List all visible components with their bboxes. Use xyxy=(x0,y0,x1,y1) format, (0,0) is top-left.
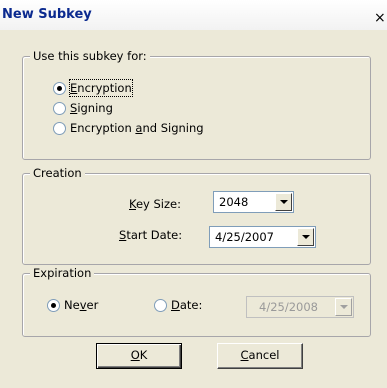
start-date-dropdown-button[interactable] xyxy=(297,228,314,246)
radio-encryption-and-signing-label: Encryption and Signing xyxy=(70,121,204,135)
radio-signing-label: Signing xyxy=(70,101,113,115)
key-size-select[interactable]: 2048 xyxy=(213,191,294,213)
close-icon[interactable]: × xyxy=(374,10,387,27)
radio-encryption-indicator[interactable] xyxy=(53,82,66,95)
chevron-down-icon xyxy=(280,200,288,204)
radio-encryption-label: Encryption xyxy=(69,79,133,97)
radio-signing-indicator[interactable] xyxy=(53,102,66,115)
ok-button[interactable]: OK xyxy=(96,343,182,369)
radio-date-indicator[interactable] xyxy=(154,299,167,312)
start-date-picker[interactable]: 4/25/2007 xyxy=(209,226,316,248)
expiration-date-dropdown-button[interactable] xyxy=(335,298,352,316)
usage-legend: Use this subkey for: xyxy=(30,49,150,63)
dialog-body: Use this subkey for: Encryption Signing … xyxy=(0,30,387,388)
key-size-value: 2048 xyxy=(219,195,249,209)
start-date-value: 4/25/2007 xyxy=(215,230,274,244)
chevron-down-icon xyxy=(340,305,348,309)
cancel-button[interactable]: Cancel xyxy=(217,343,303,369)
creation-groupbox: Creation Key Size: 2048 Start Date: 4/25… xyxy=(22,166,371,265)
radio-encryption-and-signing-indicator[interactable] xyxy=(53,122,66,135)
chevron-down-icon xyxy=(302,235,310,239)
start-date-label: Start Date: xyxy=(119,228,183,242)
radio-never-label: Never xyxy=(64,298,99,312)
expiration-date-value: 4/25/2008 xyxy=(259,300,318,314)
radio-never-indicator[interactable] xyxy=(47,299,60,312)
creation-legend: Creation xyxy=(30,166,85,180)
expiration-legend: Expiration xyxy=(30,266,95,280)
key-size-dropdown-button[interactable] xyxy=(275,193,292,211)
key-size-label: Key Size: xyxy=(129,197,181,211)
window-title: New Subkey xyxy=(2,7,92,22)
expiration-groupbox: Expiration Never Date: 4/25/2008 xyxy=(22,266,371,337)
radio-date-label: Date: xyxy=(171,298,203,312)
expiration-date-picker[interactable]: 4/25/2008 xyxy=(246,296,354,318)
usage-groupbox: Use this subkey for: Encryption Signing … xyxy=(22,49,371,160)
title-bar: New Subkey × xyxy=(0,0,387,31)
